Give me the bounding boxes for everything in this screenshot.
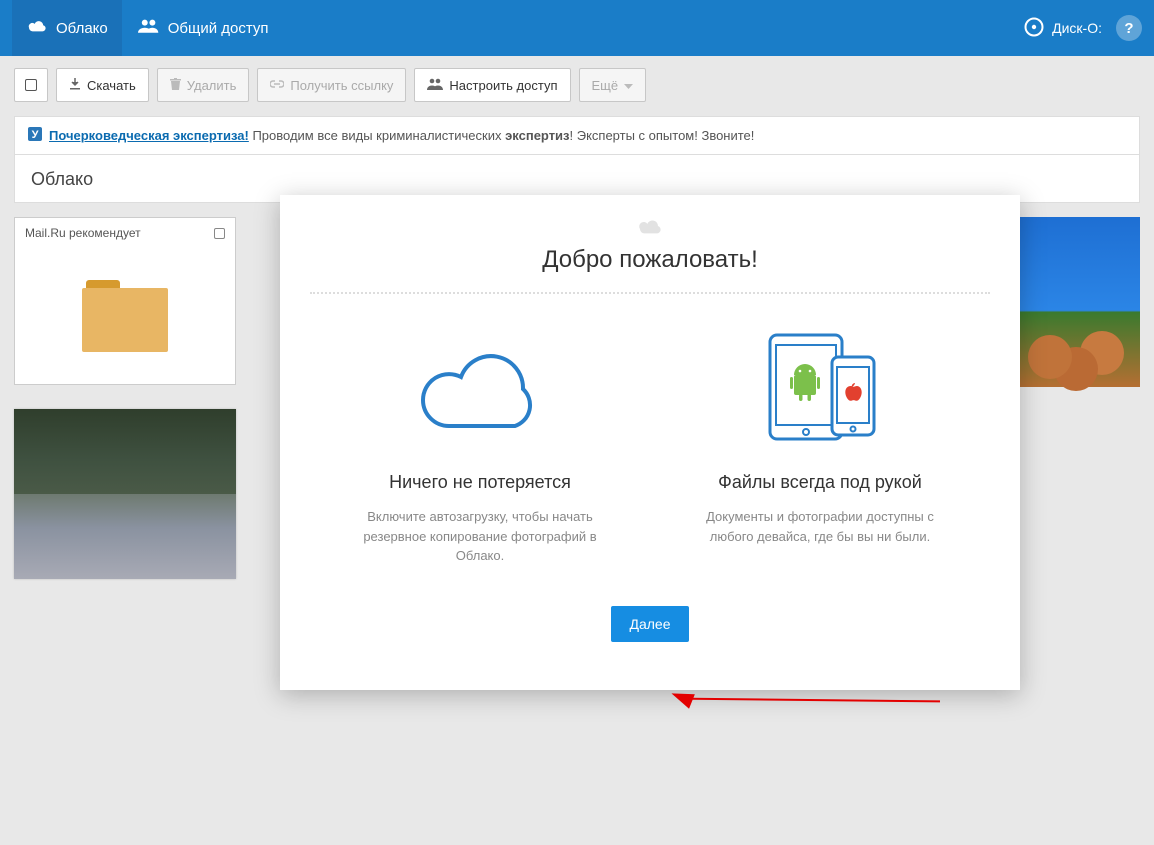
- app-header: Облако Общий доступ Диск-О: ?: [0, 0, 1154, 56]
- svg-text:У: У: [32, 129, 39, 141]
- feature-anywhere-desc: Документы и фотографии доступны с любого…: [700, 507, 940, 546]
- cloud-icon: [320, 217, 980, 238]
- trash-icon: [170, 78, 181, 93]
- next-button[interactable]: Далее: [611, 606, 688, 642]
- ad-bold: экспертиз: [505, 128, 569, 143]
- people-icon: [427, 78, 443, 93]
- download-icon: [69, 78, 81, 93]
- configure-access-button[interactable]: Настроить доступ: [414, 68, 570, 102]
- ad-banner[interactable]: У Почерковедческая экспертиза! Проводим …: [14, 116, 1140, 155]
- ad-link[interactable]: Почерковедческая экспертиза!: [49, 128, 249, 143]
- disko-link[interactable]: Диск-О:: [1024, 17, 1102, 40]
- help-icon: ?: [1124, 20, 1133, 37]
- link-icon: [270, 78, 284, 93]
- tab-cloud-label: Облако: [56, 20, 108, 37]
- tab-shared-access[interactable]: Общий доступ: [124, 0, 283, 56]
- feature-backup-title: Ничего не потеряется: [340, 472, 620, 493]
- folder-label: Mail.Ru рекомендует: [25, 226, 141, 240]
- select-all-checkbox[interactable]: [14, 68, 48, 102]
- ad-icon: У: [27, 126, 43, 145]
- feature-backup: Ничего не потеряется Включите автозагруз…: [320, 324, 640, 566]
- welcome-modal: Добро пожаловать! Ничего не потеряется В…: [280, 195, 1020, 690]
- download-button[interactable]: Скачать: [56, 68, 149, 102]
- ad-text-1: Проводим все виды криминалистических: [249, 128, 505, 143]
- modal-title: Добро пожаловать!: [320, 246, 980, 274]
- delete-button: Удалить: [157, 68, 250, 102]
- devices-icon: [680, 324, 960, 454]
- disko-icon: [1024, 17, 1044, 40]
- image-thumbnail-2[interactable]: [1020, 217, 1140, 387]
- feature-anywhere-title: Файлы всегда под рукой: [680, 472, 960, 493]
- tab-cloud[interactable]: Облако: [12, 0, 122, 56]
- people-icon: [138, 18, 160, 38]
- item-checkbox[interactable]: [214, 228, 225, 239]
- breadcrumb-current[interactable]: Облако: [31, 169, 93, 189]
- folder-mailru-recommends[interactable]: Mail.Ru рекомендует: [14, 217, 236, 385]
- feature-anywhere: Файлы всегда под рукой Документы и фотог…: [660, 324, 980, 566]
- get-link-button: Получить ссылку: [257, 68, 406, 102]
- feature-backup-desc: Включите автозагрузку, чтобы начать резе…: [360, 507, 600, 566]
- disko-label: Диск-О:: [1052, 20, 1102, 36]
- tab-shared-label: Общий доступ: [168, 20, 269, 37]
- image-thumbnail-1[interactable]: [14, 409, 236, 579]
- ad-text-2: ! Эксперты с опытом! Звоните!: [570, 128, 755, 143]
- folder-icon: [82, 280, 168, 352]
- cloud-icon: [26, 18, 48, 38]
- chevron-down-icon: [624, 78, 633, 93]
- help-button[interactable]: ?: [1116, 15, 1142, 41]
- more-button: Ещё: [579, 68, 647, 102]
- cloud-outline-icon: [340, 324, 620, 454]
- toolbar: Скачать Удалить Получить ссылку Настроит…: [0, 56, 1154, 112]
- divider: [310, 292, 990, 294]
